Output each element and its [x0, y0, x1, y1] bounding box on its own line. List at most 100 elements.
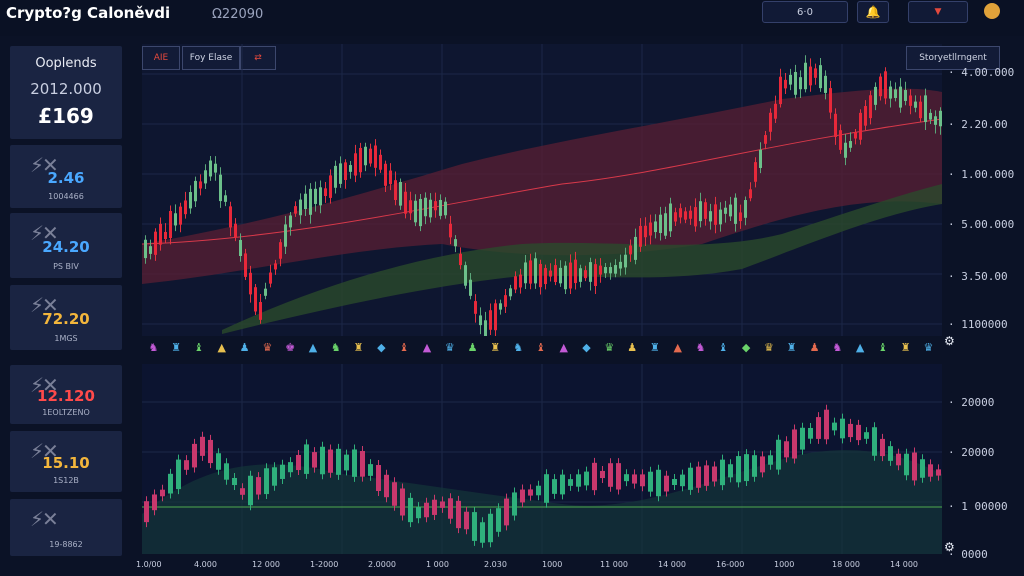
volume-x-tick-label: 4.000 — [194, 560, 217, 569]
candle — [424, 197, 427, 217]
indicator-icon[interactable]: ♜ — [644, 341, 667, 354]
candle — [644, 225, 647, 238]
volume-candle — [344, 454, 349, 471]
indicator-icon[interactable]: ♞ — [689, 341, 712, 354]
dropdown-button[interactable]: ▼ — [908, 1, 968, 23]
value-box[interactable]: 6·0 — [762, 1, 848, 23]
indicator-icon[interactable]: ▲ — [302, 341, 325, 354]
stat-card[interactable]: ⚡✕ 2.46 1004466 — [10, 145, 122, 208]
volume-candle — [472, 512, 477, 541]
volume-candle — [936, 469, 941, 476]
indicator-icon[interactable]: ♞ — [142, 341, 165, 354]
indicator-icon[interactable]: ♛ — [598, 341, 621, 354]
candle — [689, 210, 692, 219]
indicator-icon[interactable]: ♜ — [894, 341, 917, 354]
candle — [584, 270, 587, 279]
candle — [179, 206, 182, 225]
stat-value: 12.120 — [37, 386, 95, 405]
volume-candle — [752, 455, 757, 477]
indicator-icon[interactable]: ◆ — [370, 341, 393, 354]
candle — [189, 192, 192, 209]
gear-icon-bottom[interactable]: ⚙ — [944, 540, 955, 554]
indicator-icon[interactable]: ◆ — [575, 341, 598, 354]
indicator-icon[interactable]: ♞ — [324, 341, 347, 354]
indicator-icon[interactable]: ♝ — [712, 341, 735, 354]
indicator-icon[interactable]: ♚ — [279, 341, 302, 354]
indicator-icon[interactable]: ♛ — [758, 341, 781, 354]
indicator-icon[interactable]: ♛ — [256, 341, 279, 354]
candle — [389, 170, 392, 185]
candle — [374, 145, 377, 168]
indicator-icon[interactable]: ♝ — [872, 341, 895, 354]
candle — [694, 207, 697, 227]
indicator-icon[interactable]: ♝ — [393, 341, 416, 354]
gear-icon[interactable]: ⚙ — [944, 334, 955, 348]
indicator-icon[interactable]: ♟ — [621, 341, 644, 354]
indicator-icon[interactable]: ♞ — [826, 341, 849, 354]
stat-card[interactable]: ⚡✕ 12.120 1EOLTZENO — [10, 365, 122, 424]
candle — [154, 231, 157, 255]
candle — [834, 113, 837, 137]
coin-button[interactable] — [980, 1, 1004, 21]
candle — [244, 253, 247, 277]
candle — [159, 223, 162, 245]
volume-candle — [760, 456, 765, 473]
stat-label: 1EOLTZENO — [42, 408, 90, 417]
candle — [914, 101, 917, 108]
candle — [749, 189, 752, 199]
candle — [459, 253, 462, 266]
indicator-icon[interactable]: ▲ — [666, 341, 689, 354]
indicator-icon[interactable]: ▲ — [416, 341, 439, 354]
indicator-icon[interactable]: ♝ — [530, 341, 553, 354]
candle — [779, 76, 782, 105]
stat-label: 1S12B — [53, 476, 79, 485]
candle — [354, 153, 357, 176]
candle — [669, 203, 672, 232]
candle — [894, 89, 897, 98]
indicator-icon[interactable]: ♛ — [438, 341, 461, 354]
indicator-icon[interactable]: ♜ — [780, 341, 803, 354]
indicator-icon[interactable]: ♟ — [233, 341, 256, 354]
indicator-icon[interactable]: ▲ — [849, 341, 872, 354]
volume-candle — [192, 443, 197, 468]
indicator-icon[interactable]: ♜ — [165, 341, 188, 354]
candle — [614, 265, 617, 274]
volume-chart[interactable] — [142, 364, 942, 554]
volume-candle — [664, 475, 669, 492]
indicator-icon[interactable]: ♟ — [461, 341, 484, 354]
volume-candle — [152, 494, 157, 511]
indicator-icon[interactable]: ♜ — [347, 341, 370, 354]
indicator-icon[interactable]: ♟ — [803, 341, 826, 354]
volume-candle — [208, 439, 213, 464]
candle — [464, 265, 467, 286]
bell-button[interactable]: 🔔 — [857, 1, 889, 23]
volume-candle — [400, 488, 405, 516]
price-chart[interactable] — [142, 44, 942, 336]
volume-candle — [464, 511, 469, 530]
stat-card[interactable]: ⚡✕ 15.10 1S12B — [10, 431, 122, 492]
stat-card[interactable]: ⚡✕ 24.20 PS BIV — [10, 213, 122, 278]
stat-card[interactable]: ⚡✕ 72.20 1MGS — [10, 285, 122, 350]
candle — [299, 199, 302, 216]
candle — [454, 239, 457, 247]
candle — [339, 163, 342, 184]
candle — [364, 146, 367, 166]
indicator-icon[interactable]: ▲ — [210, 341, 233, 354]
indicator-icon[interactable]: ▲ — [552, 341, 575, 354]
indicator-icon[interactable]: ♜ — [484, 341, 507, 354]
candle — [804, 62, 807, 90]
indicator-icon[interactable]: ◆ — [735, 341, 758, 354]
candle — [604, 267, 607, 274]
indicator-icon[interactable]: ♞ — [507, 341, 530, 354]
stat-card[interactable]: ⚡✕ 19-8862 — [10, 499, 122, 556]
candle — [714, 204, 717, 225]
candle — [514, 276, 517, 290]
volume-candle — [632, 474, 637, 484]
candle — [754, 162, 757, 182]
candle — [884, 71, 887, 99]
candle — [489, 310, 492, 330]
candle — [899, 86, 902, 108]
volume-candle — [408, 497, 413, 523]
indicator-icon[interactable]: ♛ — [917, 341, 940, 354]
indicator-icon[interactable]: ♝ — [188, 341, 211, 354]
